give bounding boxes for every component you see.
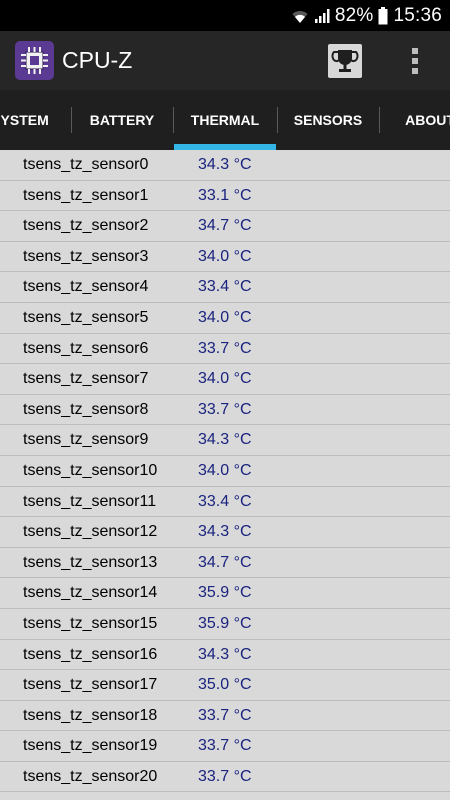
- sensor-row: tsens_tz_sensor9 34.3 °C: [0, 425, 450, 456]
- sensor-temperature: 33.7 °C: [198, 400, 252, 418]
- sensor-name: tsens_tz_sensor19: [23, 737, 158, 755]
- sensor-row: tsens_tz_sensor20 33.7 °C: [0, 762, 450, 793]
- sensor-temperature: 34.7 °C: [198, 553, 252, 571]
- trophy-button[interactable]: [327, 43, 363, 79]
- sensor-name: tsens_tz_sensor12: [23, 523, 158, 541]
- wifi-icon: [291, 8, 309, 24]
- battery-percent: 82%: [334, 4, 374, 26]
- sensor-name: tsens_tz_sensor2: [23, 217, 149, 235]
- sensor-temperature: 33.7 °C: [198, 339, 252, 357]
- sensor-row: tsens_tz_sensor1 33.1 °C: [0, 181, 450, 212]
- thermal-sensor-list[interactable]: tsens_tz_sensor0 34.3 °C tsens_tz_sensor1 3…: [0, 150, 450, 800]
- sensor-name: tsens_tz_sensor4: [23, 278, 149, 296]
- sensor-row: tsens_tz_sensor5 34.0 °C: [0, 303, 450, 334]
- sensor-name: tsens_tz_sensor1: [23, 186, 149, 204]
- app-title: CPU-Z: [62, 47, 133, 73]
- sensor-temperature: 34.0 °C: [198, 308, 252, 326]
- sensor-temperature: 35.9 °C: [198, 584, 252, 602]
- sensor-row: tsens_tz_sensor7 34.0 °C: [0, 364, 450, 395]
- sensor-name: tsens_tz_sensor16: [23, 645, 158, 663]
- sensor-name: tsens_tz_sensor14: [23, 584, 158, 602]
- sensor-name: tsens_tz_sensor10: [23, 461, 158, 479]
- tab-about[interactable]: ABOUT: [380, 90, 450, 150]
- sensor-row: tsens_tz_sensor13 34.7 °C: [0, 548, 450, 579]
- sensor-name: tsens_tz_sensor15: [23, 614, 158, 632]
- sensor-temperature: 33.1 °C: [198, 186, 252, 204]
- sensor-row: tsens_tz_sensor0 34.3 °C: [0, 150, 450, 181]
- sensor-temperature: 33.4 °C: [198, 278, 252, 296]
- sensor-row: tsens_tz_sensor3 34.0 °C: [0, 242, 450, 273]
- trophy-icon: [328, 44, 362, 78]
- overflow-menu-button[interactable]: [400, 43, 430, 79]
- sensor-temperature: 34.3 °C: [198, 431, 252, 449]
- sensor-temperature: 33.4 °C: [198, 492, 252, 510]
- sensor-name: tsens_tz_sensor17: [23, 676, 158, 694]
- sensor-row: tsens_tz_sensor8 33.7 °C: [0, 395, 450, 426]
- sensor-row: tsens_tz_sensor15 35.9 °C: [0, 609, 450, 640]
- sensor-row: tsens_tz_sensor2 34.7 °C: [0, 211, 450, 242]
- sensor-temperature: 33.7 °C: [198, 737, 252, 755]
- sensor-name: tsens_tz_sensor11: [23, 492, 157, 510]
- sensor-name: tsens_tz_sensor7: [23, 370, 149, 388]
- sensor-row: tsens_tz_sensor19 33.7 °C: [0, 731, 450, 762]
- tab-battery[interactable]: BATTERY: [72, 90, 172, 150]
- status-indicators: 82% 15:36: [291, 0, 442, 31]
- sensor-temperature: 34.3 °C: [198, 523, 252, 541]
- sensor-name: tsens_tz_sensor6: [23, 339, 149, 357]
- sensor-temperature: 34.7 °C: [198, 217, 252, 235]
- sensor-row: tsens_tz_sensor16 34.3 °C: [0, 640, 450, 671]
- sensor-temperature: 34.3 °C: [198, 645, 252, 663]
- sensor-temperature: 33.7 °C: [198, 706, 252, 724]
- sensor-name: tsens_tz_sensor9: [23, 431, 149, 449]
- signal-icon: [314, 8, 330, 24]
- sensor-row: tsens_tz_sensor12 34.3 °C: [0, 517, 450, 548]
- app-bar: CPU-Z: [0, 31, 450, 90]
- status-bar: 82% 15:36: [0, 0, 450, 31]
- overflow-menu-icon: [412, 48, 418, 74]
- sensor-name: tsens_tz_sensor3: [23, 247, 149, 265]
- tab-thermal[interactable]: THERMAL: [174, 90, 276, 150]
- battery-icon: [378, 6, 388, 25]
- tab-sensors[interactable]: SENSORS: [278, 90, 378, 150]
- sensor-name: tsens_tz_sensor5: [23, 308, 149, 326]
- sensor-temperature: 34.0 °C: [198, 247, 252, 265]
- sensor-temperature: 34.0 °C: [198, 461, 252, 479]
- sensor-row: tsens_tz_sensor10 34.0 °C: [0, 456, 450, 487]
- sensor-name: tsens_tz_sensor13: [23, 553, 158, 571]
- sensor-name: tsens_tz_sensor8: [23, 400, 149, 418]
- clock: 15:36: [393, 4, 442, 26]
- sensor-temperature: 33.7 °C: [198, 767, 252, 785]
- sensor-row: tsens_tz_sensor4 33.4 °C: [0, 272, 450, 303]
- sensor-temperature: 35.9 °C: [198, 614, 252, 632]
- sensor-row: tsens_tz_sensor14 35.9 °C: [0, 578, 450, 609]
- sensor-temperature: 35.0 °C: [198, 676, 252, 694]
- tab-bar: SYSTEM BATTERY THERMAL SENSORS ABOUT: [0, 90, 450, 150]
- sensor-row: tsens_tz_sensor6 33.7 °C: [0, 334, 450, 365]
- sensor-temperature: 34.0 °C: [198, 370, 252, 388]
- tab-system[interactable]: SYSTEM: [0, 90, 70, 150]
- sensor-row: tsens_tz_sensor17 35.0 °C: [0, 670, 450, 701]
- sensor-name: tsens_tz_sensor18: [23, 706, 158, 724]
- sensor-temperature: 34.3 °C: [198, 156, 252, 173]
- sensor-name: tsens_tz_sensor0: [23, 156, 149, 173]
- sensor-name: tsens_tz_sensor20: [23, 767, 158, 785]
- sensor-row: tsens_tz_sensor18 33.7 °C: [0, 701, 450, 732]
- sensor-row: tsens_tz_sensor11 33.4 °C: [0, 487, 450, 518]
- chip-icon: [15, 41, 54, 80]
